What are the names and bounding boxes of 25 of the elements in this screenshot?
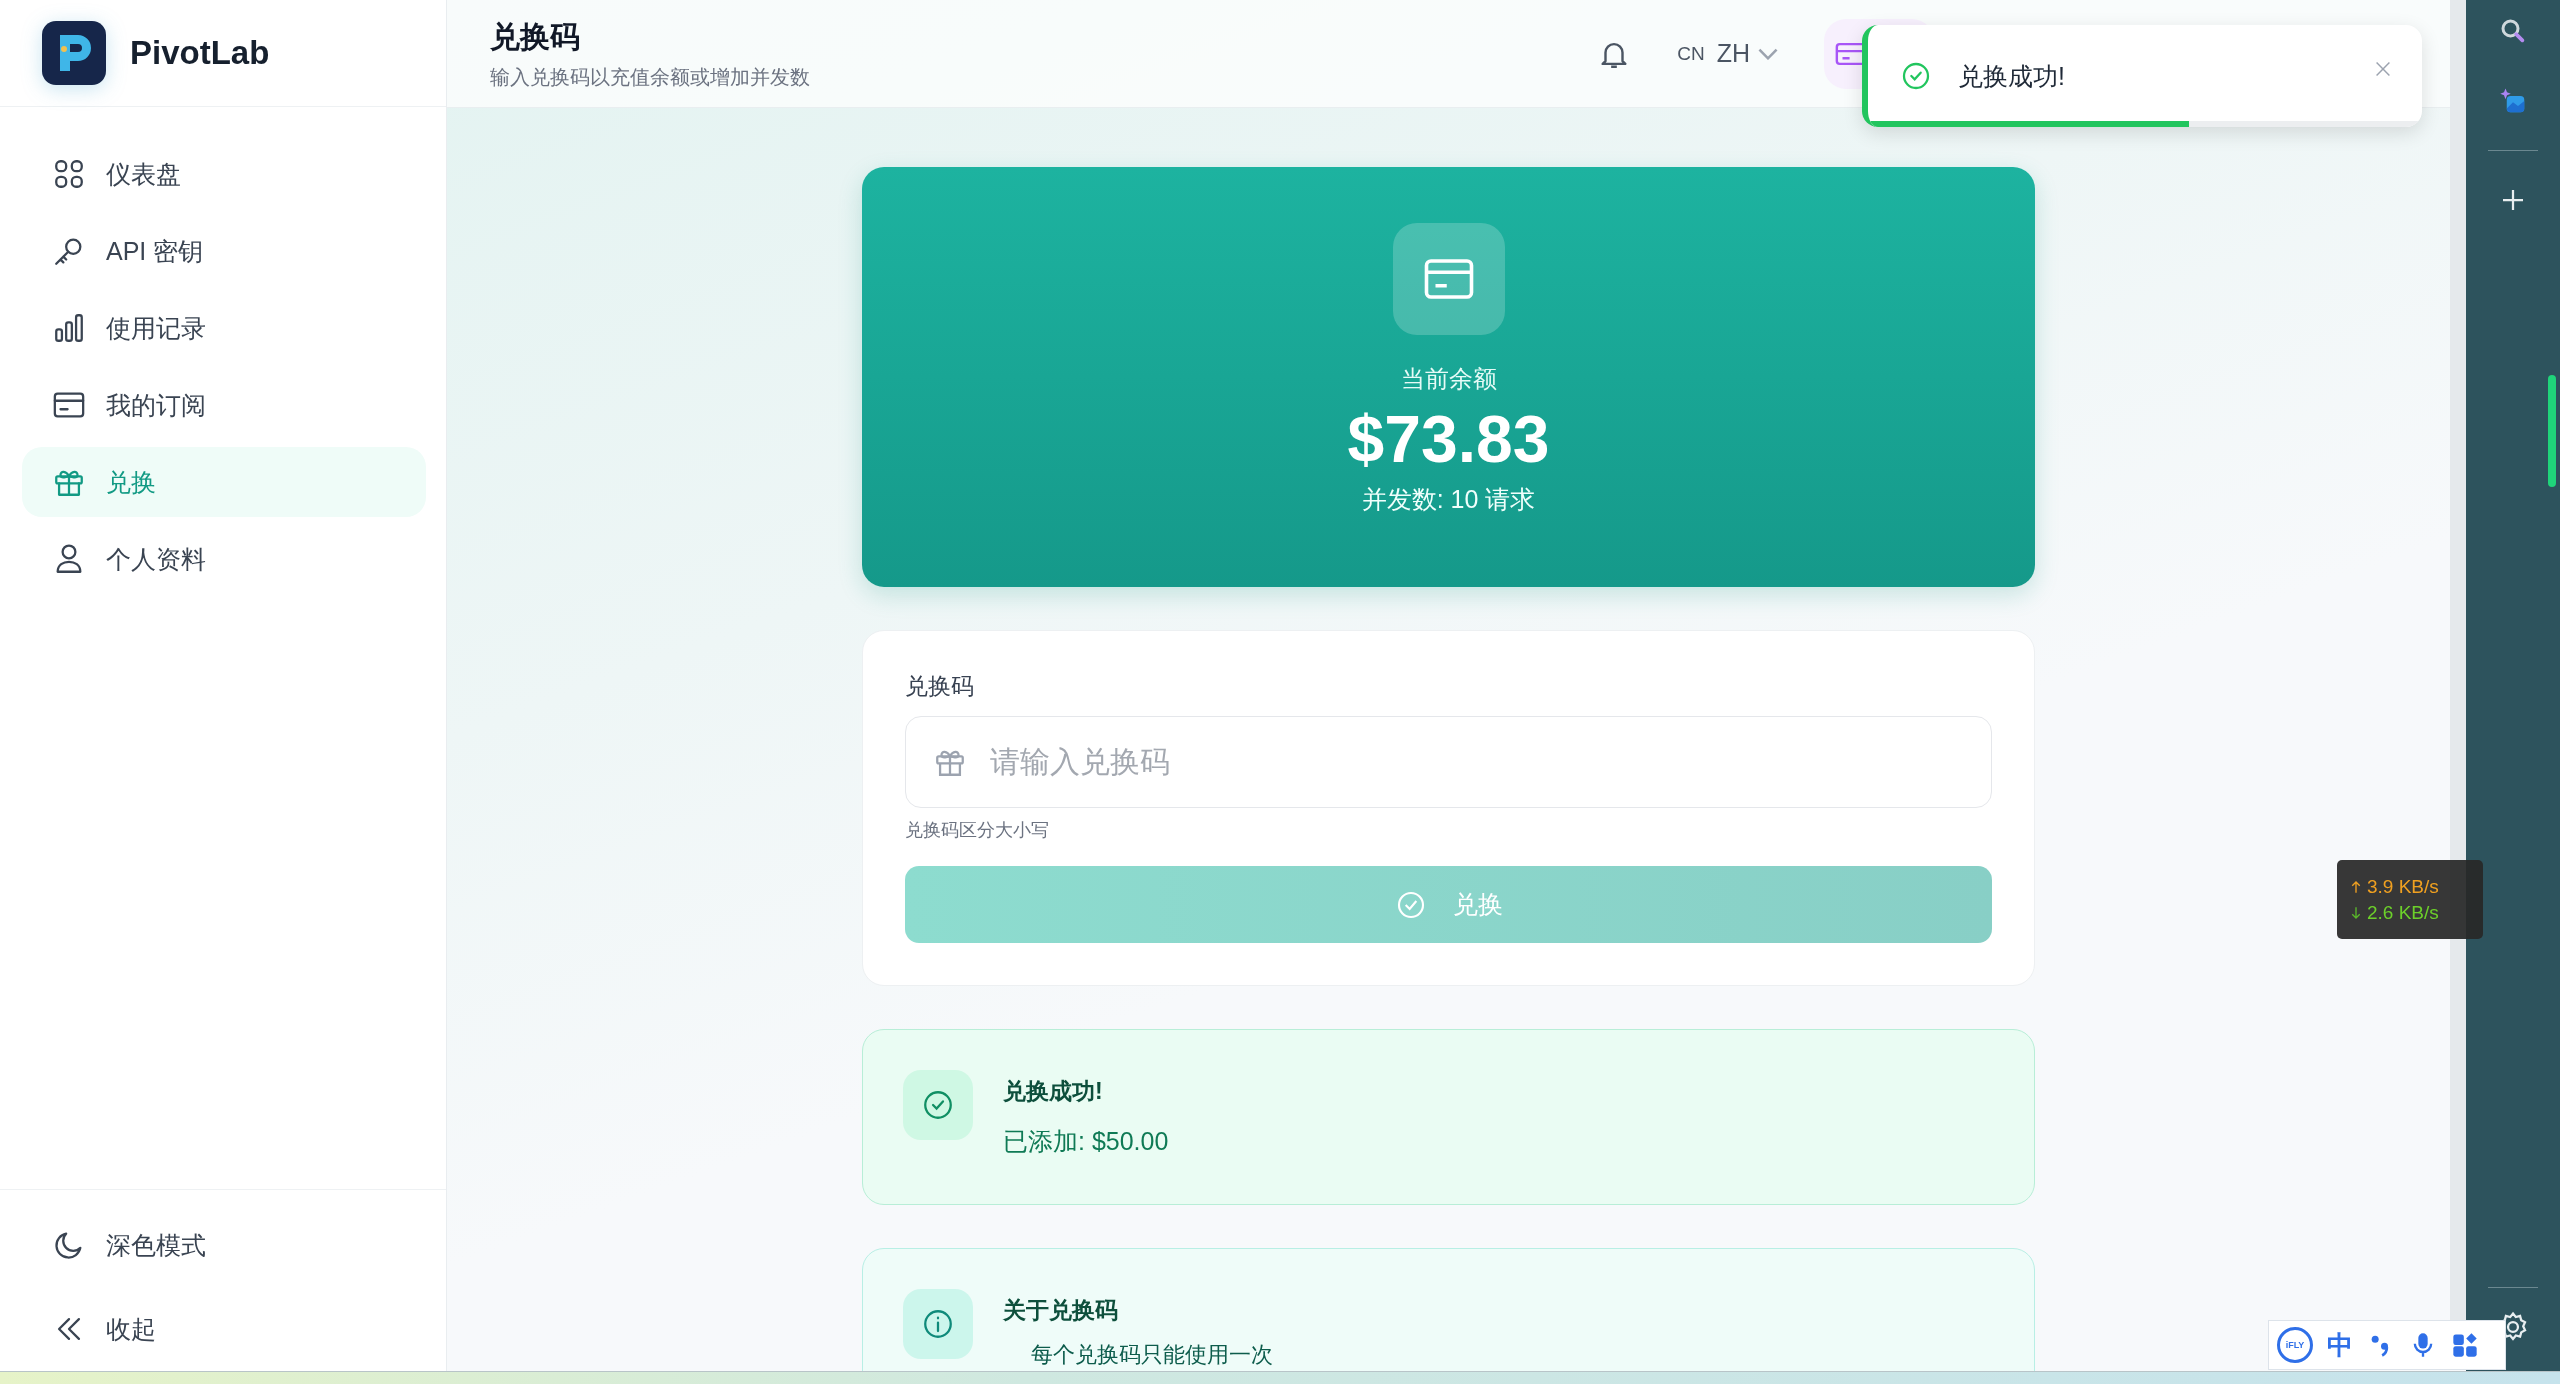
sidebar-item[interactable]: 我的订阅 [22,370,426,440]
download-speed: 2.6 KB/s [2367,901,2439,924]
sidebar-item[interactable]: 个人资料 [22,524,426,594]
ime-logo[interactable]: iFLY [2277,1327,2313,1363]
upload-speed: 3.9 KB/s [2367,875,2439,898]
app-name: PivotLab [130,34,270,72]
dark-mode-toggle[interactable]: 深色模式 [22,1210,426,1280]
sidebar-item[interactable]: API 密钥 [22,216,426,286]
info-title: 关于兑换码 [1003,1296,1119,1325]
sidebar-item[interactable]: 仪表盘 [22,139,426,209]
ime-mode-toggle[interactable]: 中 [2327,1327,2353,1363]
concurrency-text: 并发数: 10 请求 [1361,484,1536,515]
page-title: 兑换码 [490,18,581,55]
field-label: 兑换码 [905,672,975,701]
success-detail: 已添加: $50.00 [1003,1126,1169,1157]
balance-amount: $73.83 [1347,401,1550,477]
language-selector[interactable]: CN ZH [1671,38,1784,69]
balance-label: 当前余额 [1400,364,1497,394]
sidebar-item[interactable]: 使用记录 [22,293,426,363]
success-title: 兑换成功! [1003,1077,1104,1106]
field-hint: 兑换码区分大小写 [905,819,1050,842]
info-list-item: 每个兑换码只能使用一次 [1030,1341,1273,1369]
page-subtitle: 输入兑换码以充值余额或增加并发数 [490,64,810,90]
toast-message: 兑换成功! [1958,60,2066,92]
collapse-button[interactable]: 收起 [22,1294,426,1364]
